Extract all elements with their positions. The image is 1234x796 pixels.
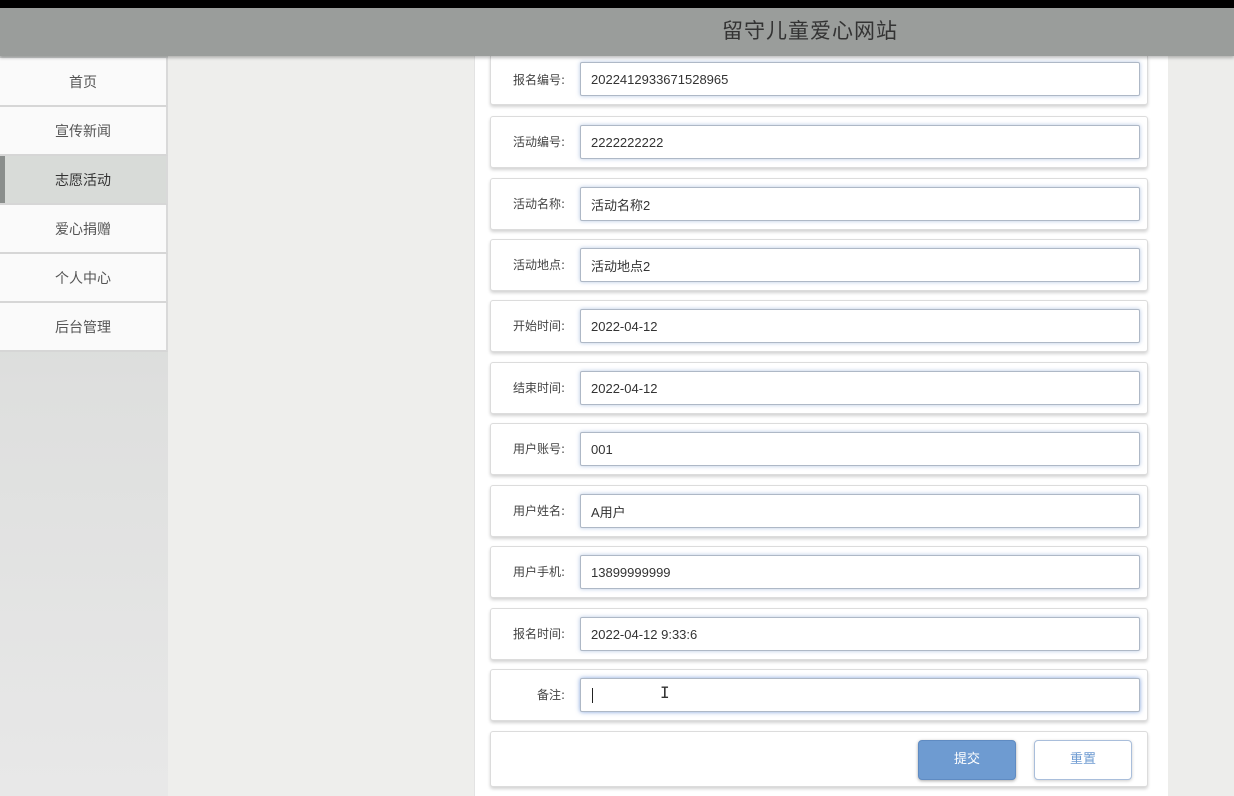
registration-no-field[interactable] [580,62,1140,96]
user-phone-field[interactable] [580,555,1140,589]
activity-name-label: 活动名称: [512,197,565,211]
form-row-end-time: 结束时间: [490,362,1148,414]
form-row-user-account: 用户账号: [490,423,1148,475]
registration-no-label: 报名编号: [512,73,565,87]
start-time-field[interactable] [580,309,1140,343]
text-caret [592,688,593,703]
background-band-left [168,56,474,796]
user-phone-label: 用户手机: [512,565,565,579]
remarks-field[interactable]: I [580,678,1140,712]
sidebar-item-home[interactable]: 首页 [0,58,168,107]
reset-button[interactable]: 重置 [1034,740,1132,780]
user-account-label: 用户账号: [512,442,565,456]
ibeam-cursor-icon: I [660,683,670,702]
form-row-start-time: 开始时间: [490,300,1148,352]
site-header: 留守儿童爱心网站 [0,8,1234,56]
activity-no-label: 活动编号: [512,135,565,149]
form-row-registration-no: 报名编号: [490,56,1148,105]
form-row-remarks: 备注: I [490,669,1148,721]
form-row-user-phone: 用户手机: [490,546,1148,598]
form-row-activity-no: 活动编号: [490,116,1148,168]
submit-button[interactable]: 提交 [918,740,1016,780]
user-account-field[interactable] [580,432,1140,466]
sidebar: 首页 宣传新闻 志愿活动 爱心捐赠 个人中心 后台管理 [0,56,168,796]
end-time-label: 结束时间: [512,381,565,395]
form-row-user-name: 用户姓名: [490,485,1148,537]
sidebar-item-news[interactable]: 宣传新闻 [0,107,168,156]
remarks-label: 备注: [536,688,565,702]
sidebar-nav: 首页 宣传新闻 志愿活动 爱心捐赠 个人中心 后台管理 [0,58,168,352]
form-actions: 提交 重置 [490,731,1148,787]
user-name-label: 用户姓名: [512,504,565,518]
form-row-activity-location: 活动地点: [490,239,1148,291]
background-band-right [1168,56,1234,796]
activity-no-field[interactable] [580,125,1140,159]
activity-location-field[interactable] [580,248,1140,282]
sidebar-item-donation[interactable]: 爱心捐赠 [0,205,168,254]
site-title: 留守儿童爱心网站 [722,19,898,43]
end-time-field[interactable] [580,371,1140,405]
sidebar-item-admin[interactable]: 后台管理 [0,303,168,352]
sidebar-item-profile[interactable]: 个人中心 [0,254,168,303]
registration-time-field[interactable] [580,617,1140,651]
activity-location-label: 活动地点: [512,258,565,272]
window-top-strip [0,0,1234,8]
activity-name-field[interactable] [580,187,1140,221]
start-time-label: 开始时间: [512,319,565,333]
registration-time-label: 报名时间: [512,627,565,641]
user-name-field[interactable] [580,494,1140,528]
form-row-activity-name: 活动名称: [490,178,1148,230]
form-row-registration-time: 报名时间: [490,608,1148,660]
sidebar-item-volunteer[interactable]: 志愿活动 [0,156,168,205]
